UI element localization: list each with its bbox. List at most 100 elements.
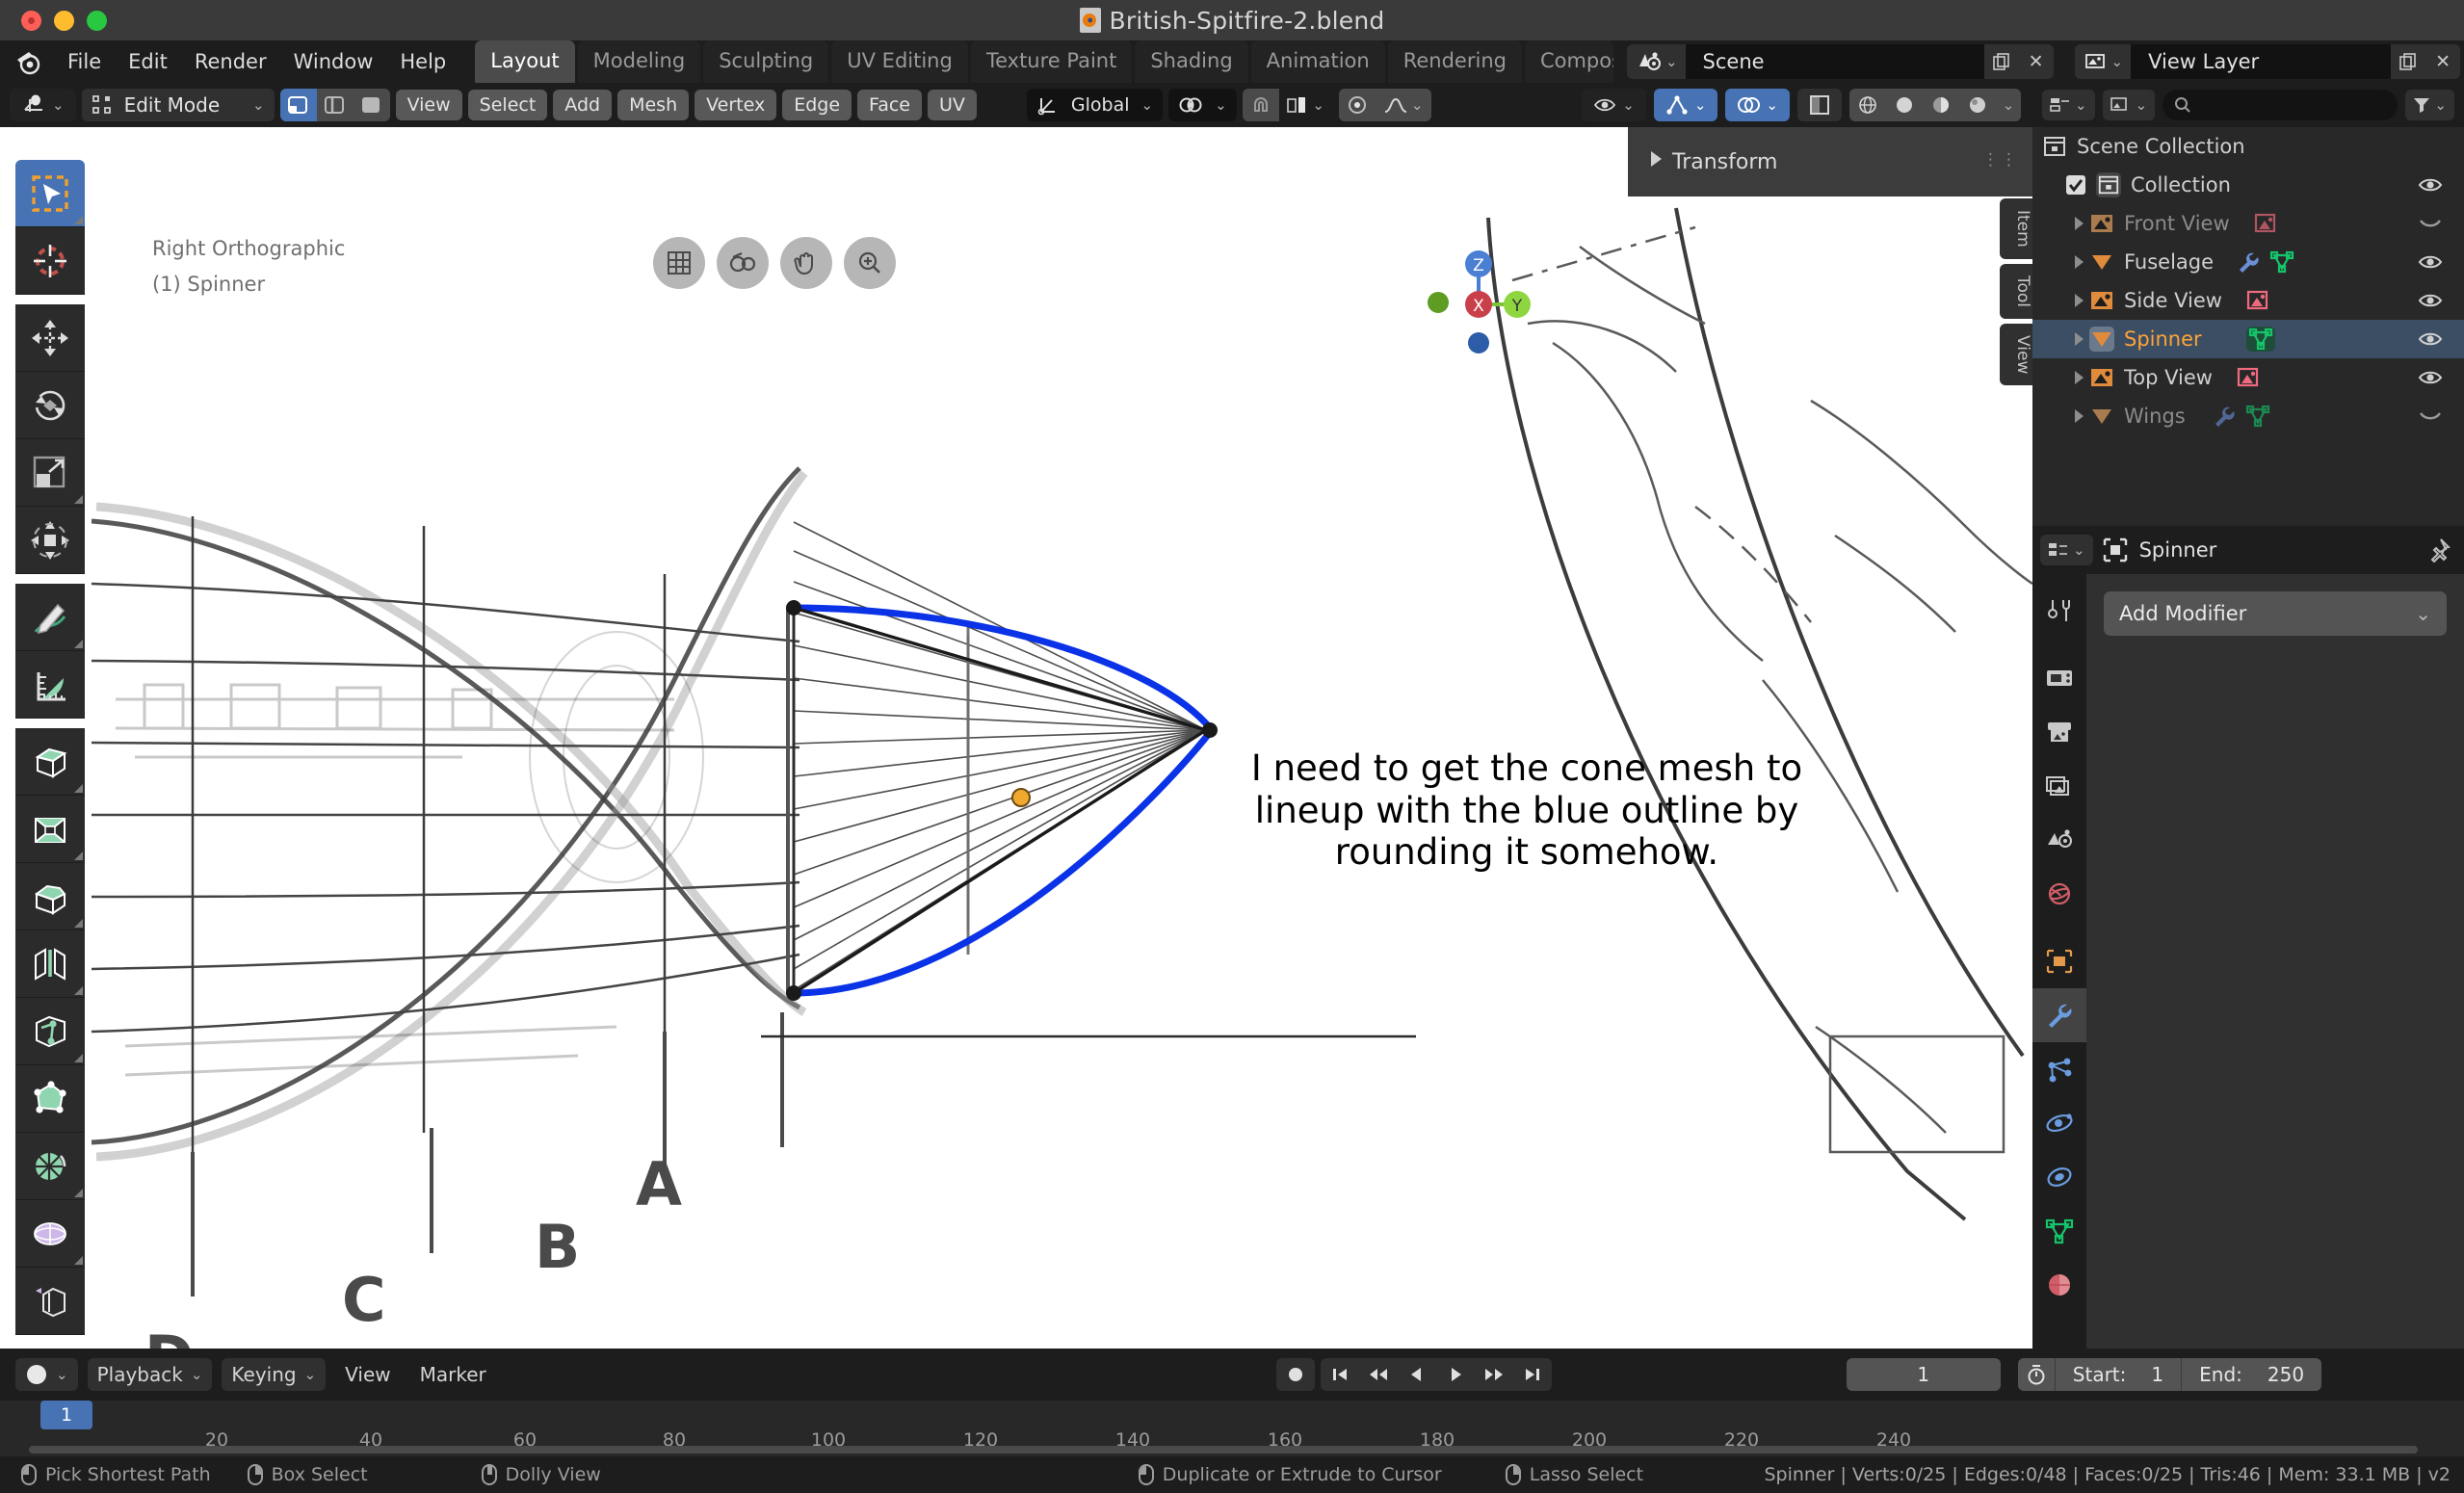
viewport-menu-uv[interactable]: UV xyxy=(928,90,977,120)
properties-tab-material[interactable] xyxy=(2032,1258,2086,1312)
next-keyframe-button[interactable] xyxy=(1474,1358,1513,1391)
outliner-row-top-view[interactable]: Top View xyxy=(2032,358,2464,397)
outliner-row-wings[interactable]: Wings xyxy=(2032,397,2464,435)
sidebar-transform-panel[interactable]: Transform ⋮⋮ xyxy=(1628,127,2032,196)
scene-name-field[interactable]: Scene xyxy=(1685,44,1984,79)
snap-magnet-toggle[interactable] xyxy=(1242,89,1279,121)
app-menu-window[interactable]: Window xyxy=(280,50,387,73)
jump-to-end-button[interactable] xyxy=(1512,1358,1552,1391)
select-mode-edge[interactable] xyxy=(316,89,354,121)
properties-tab-object[interactable] xyxy=(2032,934,2086,988)
visibility-eye-icon[interactable] xyxy=(2418,368,2443,387)
delete-scene-button[interactable]: ✕ xyxy=(2018,44,2054,79)
viewport-menu-face[interactable]: Face xyxy=(857,90,922,120)
modifier-wrench-icon[interactable] xyxy=(2235,250,2260,274)
viewport-menu-vertex[interactable]: Vertex xyxy=(695,90,777,120)
image-data-icon[interactable] xyxy=(2236,367,2261,388)
viewport-menu-view[interactable]: View xyxy=(395,90,462,120)
properties-tab-world[interactable] xyxy=(2032,867,2086,921)
scene-selector[interactable]: ⌄ Scene ✕ xyxy=(1626,44,2054,79)
transform-orientation-dropdown[interactable]: Global ⌄ xyxy=(1026,89,1164,121)
outliner-row-scene-collection[interactable]: Scene Collection xyxy=(2032,127,2464,166)
tool-extrude-region[interactable] xyxy=(15,728,85,796)
disclosure-triangle-icon[interactable] xyxy=(2075,294,2084,307)
tab-layout[interactable]: Layout xyxy=(475,40,575,83)
tool-select-box[interactable] xyxy=(15,160,85,227)
tool-cursor[interactable] xyxy=(15,227,85,295)
tab-sculpting[interactable]: Sculpting xyxy=(703,40,829,83)
properties-tab-object-data[interactable] xyxy=(2032,1204,2086,1258)
shading-solid[interactable] xyxy=(1886,89,1923,121)
disclosure-triangle-icon[interactable] xyxy=(2075,332,2084,346)
app-menu-render[interactable]: Render xyxy=(181,50,280,73)
outliner-editor-type-button[interactable]: ⌄ xyxy=(2042,90,2095,120)
image-data-icon[interactable] xyxy=(2253,213,2278,234)
frame-end-field[interactable]: End: 250 xyxy=(2181,1358,2322,1391)
properties-tab-output[interactable] xyxy=(2032,705,2086,759)
tool-annotate[interactable] xyxy=(15,584,85,651)
proportional-edit-toggle[interactable] xyxy=(1338,89,1376,121)
timeline-playhead[interactable]: 1 xyxy=(40,1401,92,1429)
tool-shrink-fatten[interactable] xyxy=(15,1268,85,1335)
visibility-eye-icon[interactable] xyxy=(2418,175,2443,195)
properties-tab-scene[interactable] xyxy=(2032,813,2086,867)
tool-bevel[interactable] xyxy=(15,863,85,930)
disclosure-triangle-icon[interactable] xyxy=(2075,409,2084,423)
modifier-wrench-icon[interactable] xyxy=(2211,405,2236,428)
tool-measure[interactable] xyxy=(15,651,85,719)
visibility-eye-icon[interactable] xyxy=(2418,252,2443,272)
timeline-menu-keying[interactable]: Keying ⌄ xyxy=(222,1358,327,1391)
properties-tab-tool[interactable] xyxy=(2032,584,2086,638)
tool-inset-faces[interactable] xyxy=(15,796,85,863)
disclosure-triangle-icon[interactable] xyxy=(2075,371,2084,384)
outliner-editor[interactable]: ⌄ ⌄ ⌄ Scene Collection Collection Front … xyxy=(2032,83,2464,526)
tool-smooth[interactable] xyxy=(15,1200,85,1268)
shading-rendered[interactable] xyxy=(1959,89,1996,121)
zoom-view-button[interactable] xyxy=(844,237,896,289)
mesh-data-icon[interactable] xyxy=(2245,405,2270,428)
viewport-menu-add[interactable]: Add xyxy=(553,90,613,120)
timeline-menu-view[interactable]: View xyxy=(335,1363,400,1386)
outliner-row-side-view[interactable]: Side View xyxy=(2032,281,2464,320)
pin-icon[interactable] xyxy=(2425,537,2451,563)
tab-rendering[interactable]: Rendering xyxy=(1387,40,1522,83)
delete-view-layer-button[interactable]: ✕ xyxy=(2425,44,2461,79)
tab-shading[interactable]: Shading xyxy=(1135,40,1248,83)
outliner-display-mode-button[interactable]: ⌄ xyxy=(2102,90,2156,120)
play-button[interactable] xyxy=(1435,1358,1475,1391)
disclosure-triangle-icon[interactable] xyxy=(2075,217,2084,230)
falloff-type-dropdown[interactable]: ⌄ xyxy=(1375,89,1431,121)
select-mode-face[interactable] xyxy=(353,89,390,121)
viewport-menu-select[interactable]: Select xyxy=(467,90,548,120)
auto-keying-toggle[interactable] xyxy=(1275,1358,1315,1391)
visibility-eye-icon[interactable] xyxy=(2418,329,2443,349)
tab-animation[interactable]: Animation xyxy=(1250,40,1385,83)
properties-tab-particles[interactable] xyxy=(2032,1042,2086,1096)
add-modifier-button[interactable]: Add Modifier ⌄ xyxy=(2104,591,2447,636)
play-reverse-button[interactable] xyxy=(1397,1358,1436,1391)
tab-texture-paint[interactable]: Texture Paint xyxy=(970,40,1133,83)
viewport-3d[interactable]: A B C D xyxy=(0,83,2032,1349)
sidebar-tab-view[interactable]: View xyxy=(2000,323,2032,386)
mesh-data-icon[interactable] xyxy=(2245,327,2275,352)
frame-start-field[interactable]: Start: 1 xyxy=(2054,1358,2182,1391)
editor-type-button[interactable]: ⌄ xyxy=(10,89,76,121)
viewport-menu-edge[interactable]: Edge xyxy=(782,90,852,120)
timeline-editor[interactable]: ⌄ Playback ⌄ Keying ⌄ View Marker 1 Star… xyxy=(0,1349,2464,1456)
shading-material[interactable] xyxy=(1923,89,1959,121)
visibility-closed-eye-icon[interactable] xyxy=(2418,406,2443,426)
shading-options-dropdown[interactable]: ⌄ xyxy=(1996,89,2021,121)
tool-knife[interactable] xyxy=(15,998,85,1065)
app-menu-file[interactable]: File xyxy=(54,50,115,73)
xray-toggle[interactable] xyxy=(1797,89,1842,121)
tool-poly-build[interactable] xyxy=(15,1065,85,1133)
timeline-scrollbar[interactable] xyxy=(29,1446,2418,1454)
mesh-data-icon[interactable] xyxy=(2269,250,2294,274)
properties-editor[interactable]: ⌄ Spinner Add Modifier ⌄ xyxy=(2032,526,2464,1349)
current-frame-field[interactable]: 1 xyxy=(1846,1358,2001,1391)
timeline-menu-marker[interactable]: Marker xyxy=(410,1363,496,1386)
tool-spin[interactable] xyxy=(15,1133,85,1200)
outliner-row-front-view[interactable]: Front View xyxy=(2032,204,2464,243)
outliner-row-fuselage[interactable]: Fuselage xyxy=(2032,243,2464,281)
timeline-editor-type-button[interactable]: ⌄ xyxy=(15,1358,78,1391)
